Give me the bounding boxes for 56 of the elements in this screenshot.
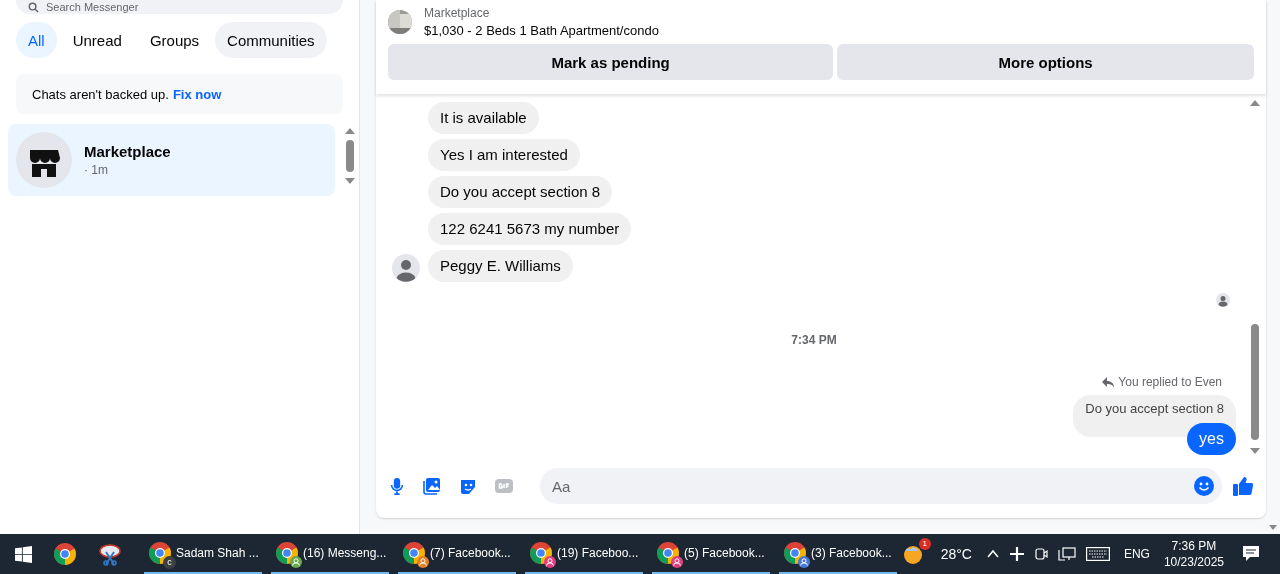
filter-tab[interactable]: Unread <box>60 22 134 58</box>
message-input[interactable]: Aa <box>540 468 1222 504</box>
chrome-icon[interactable] <box>53 542 77 566</box>
message-bubble: Yes I am interested <box>428 139 580 171</box>
listing-source: Marketplace <box>424 6 491 20</box>
reply-label: You replied to Even <box>1102 375 1222 389</box>
clock[interactable]: 7:36 PM 10/23/2025 <box>1163 538 1224 570</box>
storefront-icon <box>16 132 72 188</box>
fix-now-link[interactable]: Fix now <box>172 86 222 102</box>
chat-item[interactable]: Marketplace · 1m <box>8 124 335 196</box>
message-bubble: It is available <box>428 102 539 134</box>
message-bubble: 122 6241 5673 my number <box>428 213 632 245</box>
windows-start-icon[interactable] <box>15 545 32 563</box>
temperature[interactable]: 28°C <box>940 546 972 562</box>
seen-avatar-icon <box>1216 293 1230 307</box>
photo-icon[interactable] <box>422 476 442 496</box>
timestamp: 7:34 PM <box>791 333 837 347</box>
chrome-icon <box>402 541 426 565</box>
chrome-icon <box>783 541 807 565</box>
reply-icon <box>1102 376 1115 388</box>
chrome-icon <box>275 541 299 565</box>
notifications-icon[interactable] <box>1242 545 1260 563</box>
message-bubble: Peggy E. Williams <box>428 250 573 282</box>
action-button[interactable]: More options <box>837 44 1254 80</box>
camera-icon[interactable] <box>1033 547 1048 561</box>
action-button[interactable]: Mark as pending <box>388 44 834 80</box>
notice-text: Chats aren't backed up. <box>32 86 169 102</box>
alert-badge: 1 <box>918 538 931 550</box>
chrome-icon <box>656 541 680 565</box>
taskbar-window[interactable]: (19) Faceboo... <box>525 534 643 574</box>
snipping-tool-icon[interactable] <box>98 542 122 566</box>
taskbar-window[interactable]: (5) Facebook... <box>652 534 770 574</box>
keyboard-icon[interactable] <box>1085 547 1110 561</box>
search-icon <box>28 2 39 13</box>
chat-name: Marketplace <box>84 143 171 160</box>
filter-tab[interactable]: All <box>16 22 57 58</box>
emoji-icon[interactable] <box>1194 476 1214 496</box>
chrome-icon <box>529 541 553 565</box>
thumbs-up-icon[interactable] <box>1232 475 1254 497</box>
chat-time: · 1m <box>84 163 109 177</box>
taskbar-window[interactable]: (3) Facebook... <box>779 534 897 574</box>
listing-title[interactable]: $1,030 - 2 Beds 1 Bath Apartment/condo <box>424 23 659 38</box>
search-field[interactable]: Search Messenger <box>16 0 343 14</box>
taskbar-window[interactable]: c Sadam Shah ... <box>144 534 262 574</box>
filter-tab[interactable]: Groups <box>137 22 212 58</box>
taskbar-window[interactable]: (16) Messeng... <box>271 534 389 574</box>
message-bubble: yes <box>1187 423 1236 455</box>
language-indicator[interactable]: ENG <box>1123 547 1150 561</box>
microphone-icon[interactable] <box>388 476 406 496</box>
plus-icon[interactable] <box>1009 547 1024 561</box>
taskbar-window[interactable]: (7) Facebook... <box>398 534 516 574</box>
message-bubble: Do you accept section 8 <box>428 176 613 208</box>
chrome-icon <box>148 541 172 565</box>
filter-tab[interactable]: Communities <box>215 22 327 58</box>
network-icon[interactable] <box>1057 547 1076 561</box>
profile-badge: c <box>163 556 176 569</box>
